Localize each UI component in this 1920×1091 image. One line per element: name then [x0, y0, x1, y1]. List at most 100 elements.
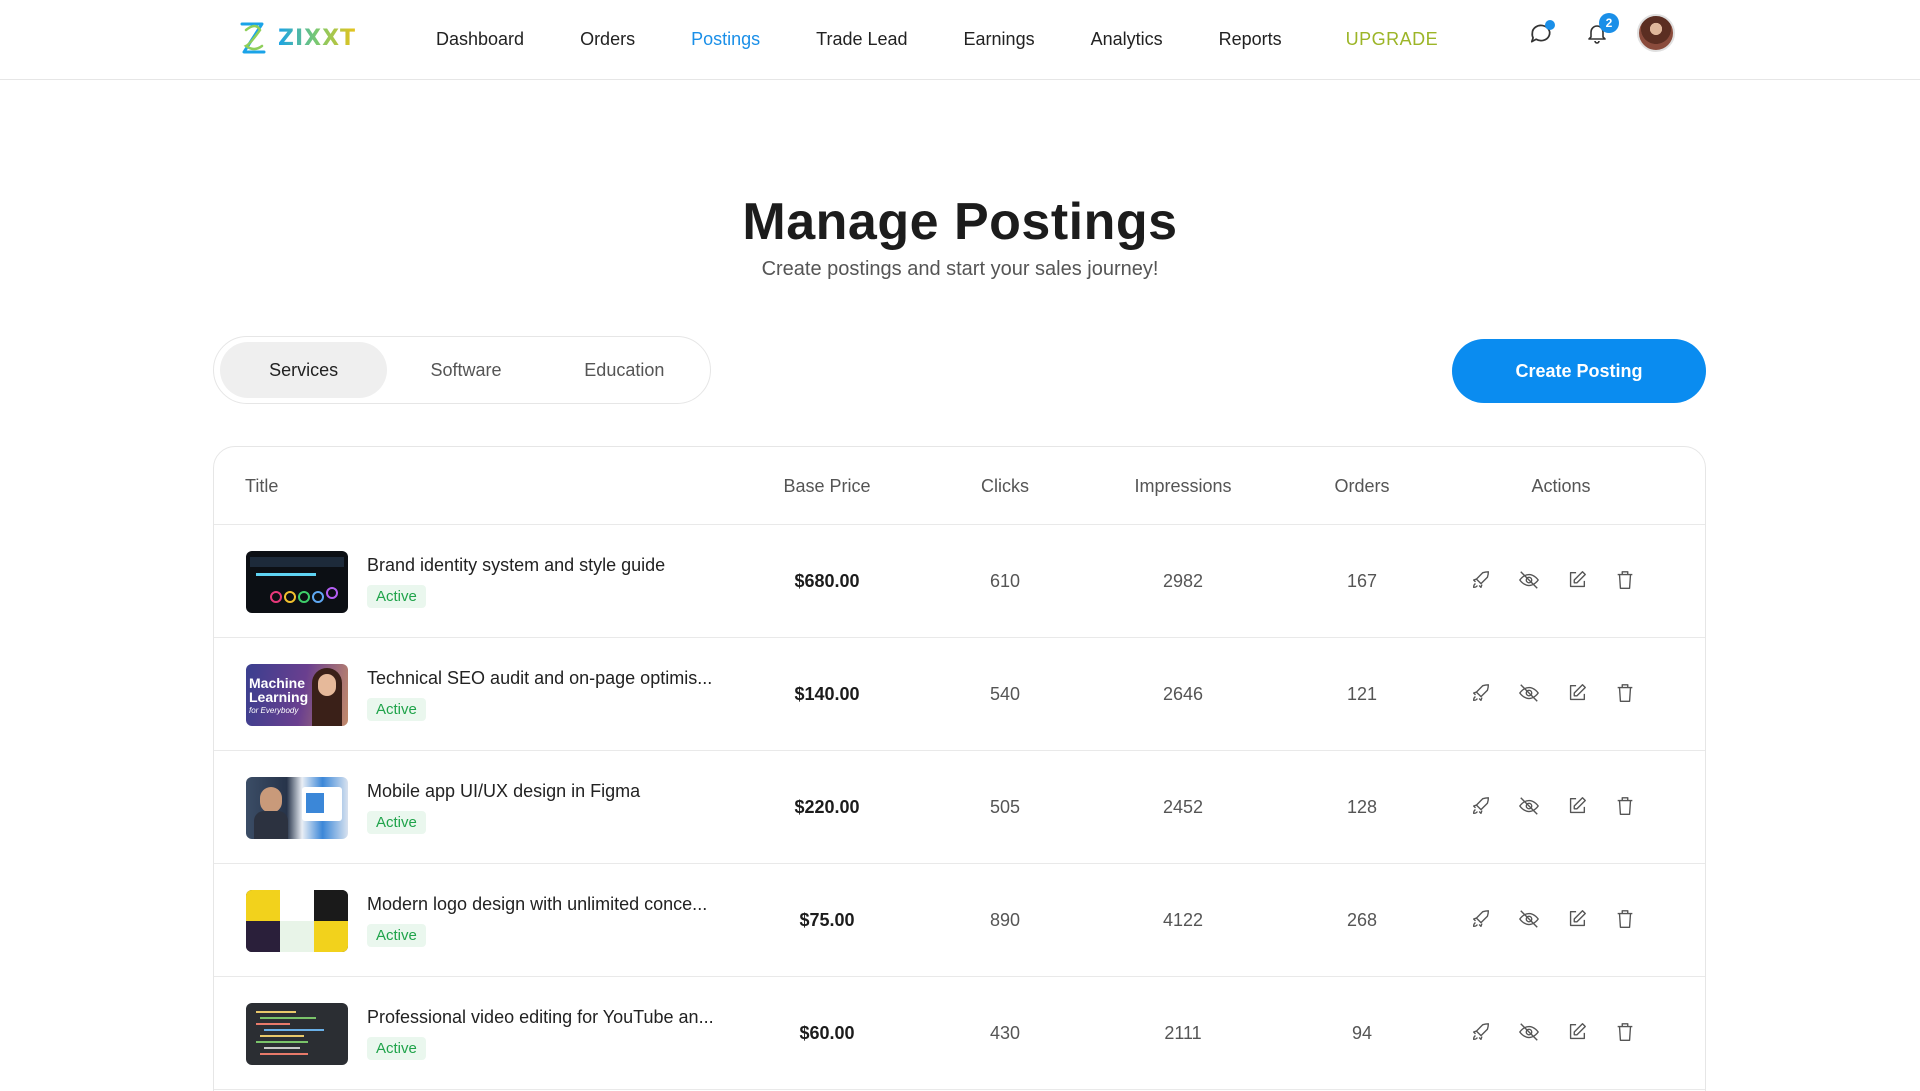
row-actions — [1466, 904, 1640, 934]
nav-reports[interactable]: Reports — [1219, 29, 1282, 50]
row-actions — [1466, 1017, 1640, 1047]
main-nav: Dashboard Orders Postings Trade Lead Ear… — [436, 0, 1494, 78]
postings-table: Title Base Price Clicks Impressions Orde… — [213, 446, 1706, 1091]
column-title: Title — [245, 475, 279, 496]
posting-title[interactable]: Brand identity system and style guide — [367, 555, 665, 576]
table-row[interactable]: Mobile app UI/UX design in Figma Active … — [214, 751, 1705, 864]
nav-dashboard[interactable]: Dashboard — [436, 29, 524, 50]
nav-orders[interactable]: Orders — [580, 29, 635, 50]
category-tabs: Services Software Education — [213, 336, 711, 404]
nav-postings[interactable]: Postings — [691, 29, 760, 50]
edit-icon[interactable] — [1562, 791, 1592, 821]
trash-icon[interactable] — [1610, 565, 1640, 595]
posting-title[interactable]: Technical SEO audit and on-page optimis.… — [367, 668, 712, 689]
impressions-count: 2982 — [1162, 570, 1204, 591]
clicks-count: 430 — [989, 1022, 1021, 1043]
eye-off-icon[interactable] — [1514, 678, 1544, 708]
status-badge: Active — [367, 698, 426, 721]
rocket-icon[interactable] — [1466, 791, 1496, 821]
rocket-icon[interactable] — [1466, 1017, 1496, 1047]
trash-icon[interactable] — [1610, 678, 1640, 708]
header-icons: 2 — [1525, 13, 1675, 52]
orders-count: 167 — [1346, 570, 1378, 591]
row-actions — [1466, 565, 1640, 595]
clicks-count: 540 — [989, 683, 1021, 704]
logo-icon — [240, 22, 266, 54]
nav-analytics[interactable]: Analytics — [1091, 29, 1163, 50]
base-price: $220.00 — [794, 796, 860, 817]
create-posting-button[interactable]: Create Posting — [1452, 339, 1706, 403]
edit-icon[interactable] — [1562, 565, 1592, 595]
tab-services[interactable]: Services — [220, 342, 388, 398]
base-price: $140.00 — [794, 683, 860, 704]
status-badge: Active — [367, 811, 426, 834]
edit-icon[interactable] — [1562, 678, 1592, 708]
posting-title[interactable]: Mobile app UI/UX design in Figma — [367, 781, 640, 802]
impressions-count: 2452 — [1162, 796, 1204, 817]
orders-count: 94 — [1351, 1022, 1373, 1043]
posting-thumbnail: Machine Learning for Everybody — [246, 664, 348, 726]
nav-earnings[interactable]: Earnings — [964, 29, 1035, 50]
orders-count: 121 — [1346, 683, 1378, 704]
table-row[interactable]: Professional video editing for YouTube a… — [214, 977, 1705, 1090]
tab-education[interactable]: Education — [545, 342, 704, 398]
clicks-count: 505 — [989, 796, 1021, 817]
thumbnail-text: Machine Learning for Everybody — [249, 675, 309, 715]
column-orders: Orders — [1334, 475, 1390, 496]
page-subtitle: Create postings and start your sales jou… — [761, 258, 1159, 280]
table-row[interactable]: Machine Learning for Everybody Technical… — [214, 638, 1705, 751]
posting-thumbnail — [246, 890, 348, 952]
table-row[interactable]: Modern logo design with unlimited conce.… — [214, 864, 1705, 977]
logo-wordmark: ZIXXT — [278, 25, 357, 51]
posting-thumbnail — [246, 551, 348, 613]
column-impressions: Impressions — [1134, 475, 1232, 496]
tab-software[interactable]: Software — [387, 342, 544, 398]
user-avatar[interactable] — [1637, 14, 1675, 52]
top-navbar: ZIXXT Dashboard Orders Postings Trade Le… — [0, 0, 1920, 80]
clicks-count: 890 — [989, 909, 1021, 930]
eye-off-icon[interactable] — [1514, 565, 1544, 595]
orders-count: 128 — [1346, 796, 1378, 817]
row-actions — [1466, 678, 1640, 708]
notifications-button[interactable]: 2 — [1581, 13, 1619, 49]
rocket-icon[interactable] — [1466, 678, 1496, 708]
eye-off-icon[interactable] — [1514, 904, 1544, 934]
posting-title[interactable]: Professional video editing for YouTube a… — [367, 1007, 714, 1028]
status-badge: Active — [367, 1037, 426, 1060]
eye-off-icon[interactable] — [1514, 1017, 1544, 1047]
base-price: $75.00 — [799, 909, 855, 930]
logo[interactable]: ZIXXT — [236, 16, 356, 60]
posting-thumbnail — [246, 777, 348, 839]
trash-icon[interactable] — [1610, 904, 1640, 934]
base-price: $680.00 — [794, 570, 860, 591]
impressions-count: 2111 — [1164, 1022, 1202, 1043]
column-clicks: Clicks — [981, 475, 1029, 496]
rocket-icon[interactable] — [1466, 904, 1496, 934]
nav-upgrade[interactable]: UPGRADE — [1346, 29, 1439, 50]
row-actions — [1466, 791, 1640, 821]
status-badge: Active — [367, 924, 426, 947]
eye-off-icon[interactable] — [1514, 791, 1544, 821]
column-actions: Actions — [1531, 475, 1591, 496]
table-row[interactable]: Brand identity system and style guide Ac… — [214, 525, 1705, 638]
impressions-count: 2646 — [1162, 683, 1204, 704]
status-badge: Active — [367, 585, 426, 608]
notification-count-badge: 2 — [1599, 13, 1619, 33]
nav-trade-lead[interactable]: Trade Lead — [816, 29, 907, 50]
messages-button[interactable] — [1525, 17, 1557, 49]
base-price: $60.00 — [799, 1022, 855, 1043]
page-title: Manage Postings — [742, 193, 1178, 251]
trash-icon[interactable] — [1610, 791, 1640, 821]
impressions-count: 4122 — [1162, 909, 1204, 930]
posting-thumbnail — [246, 1003, 348, 1065]
rocket-icon[interactable] — [1466, 565, 1496, 595]
edit-icon[interactable] — [1562, 904, 1592, 934]
unread-dot — [1545, 20, 1555, 30]
orders-count: 268 — [1346, 909, 1378, 930]
table-header: Title Base Price Clicks Impressions Orde… — [214, 447, 1705, 525]
trash-icon[interactable] — [1610, 1017, 1640, 1047]
clicks-count: 610 — [989, 570, 1021, 591]
posting-title[interactable]: Modern logo design with unlimited conce.… — [367, 894, 707, 915]
edit-icon[interactable] — [1562, 1017, 1592, 1047]
column-base-price: Base Price — [783, 475, 871, 496]
